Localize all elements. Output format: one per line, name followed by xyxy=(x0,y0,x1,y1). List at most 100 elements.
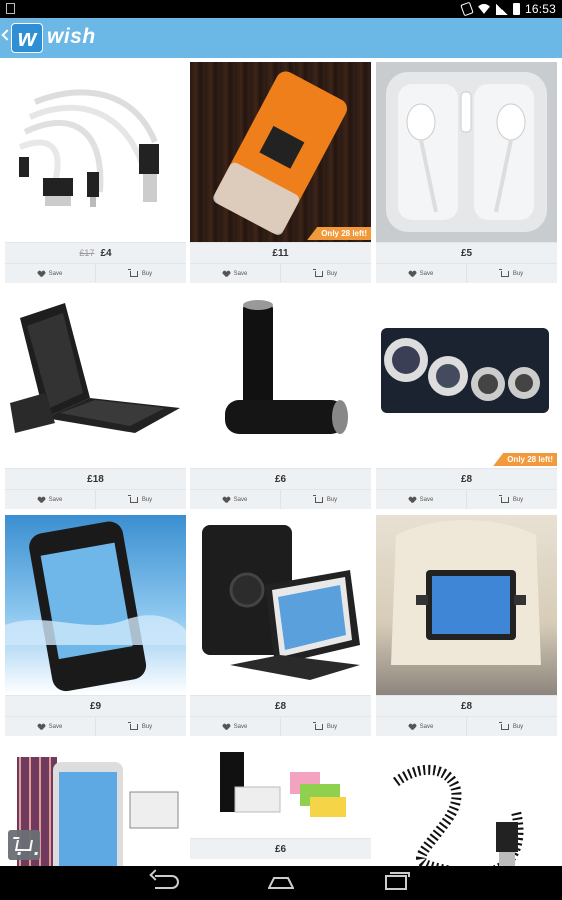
price: £18 xyxy=(87,473,104,485)
cart-icon xyxy=(312,268,323,277)
shopping-cart-icon xyxy=(15,839,33,851)
app-bar: w wish xyxy=(0,18,562,58)
product-card[interactable]: £8 Save Buy xyxy=(190,515,371,736)
price-row: £9 xyxy=(5,695,186,716)
heart-icon xyxy=(409,724,416,730)
status-icons: 16:53 xyxy=(460,1,556,17)
save-button[interactable]: Save xyxy=(376,717,466,736)
card-actions: Save Buy xyxy=(376,716,557,736)
save-button[interactable]: Save xyxy=(190,264,280,283)
price: £11 xyxy=(272,247,289,259)
card-actions: Save Buy xyxy=(376,263,557,283)
product-card[interactable]: £6 Save Buy xyxy=(190,288,371,509)
save-button[interactable]: Save xyxy=(376,490,466,509)
product-card[interactable]: £17 £4 Save Buy xyxy=(5,62,186,283)
floating-cart-button[interactable] xyxy=(8,830,40,860)
price-row: £6 xyxy=(190,468,371,489)
notification-icon xyxy=(6,3,15,14)
buy-button[interactable]: Buy xyxy=(280,264,371,283)
heart-icon xyxy=(38,724,45,730)
save-button[interactable]: Save xyxy=(5,264,95,283)
product-image-earphones[interactable] xyxy=(376,62,557,242)
buy-button[interactable]: Buy xyxy=(466,264,557,283)
signal-icon xyxy=(495,3,508,15)
save-button[interactable]: Save xyxy=(5,717,95,736)
cart-icon xyxy=(498,268,509,277)
product-image-flat-cable[interactable] xyxy=(376,742,557,866)
stock-ribbon: Only 28 left! xyxy=(493,453,557,466)
price-row: £8 xyxy=(190,695,371,716)
clock: 16:53 xyxy=(524,2,556,16)
card-actions: Save Buy xyxy=(376,489,557,509)
card-actions: Save Buy xyxy=(5,489,186,509)
heart-icon xyxy=(38,271,45,277)
product-card[interactable]: £8 Save Buy xyxy=(376,515,557,736)
price: £5 xyxy=(460,247,473,259)
product-card[interactable]: £6 xyxy=(190,742,371,859)
heart-icon xyxy=(223,271,230,277)
price-row: £18 xyxy=(5,468,186,489)
card-actions: Save Buy xyxy=(190,716,371,736)
product-card[interactable]: Only 28 left! £11 Save Buy xyxy=(190,62,371,283)
product-image-power-bank-colors[interactable] xyxy=(190,742,371,838)
heart-icon xyxy=(409,271,416,277)
price: £8 xyxy=(460,700,473,712)
product-image-waterproof-case[interactable] xyxy=(5,515,186,695)
product-image-lens-kit[interactable]: Only 28 left! xyxy=(376,288,557,468)
status-bar: 16:53 xyxy=(0,0,562,18)
cart-icon xyxy=(127,268,138,277)
product-card[interactable]: £9 Save Buy xyxy=(5,515,186,736)
save-button[interactable]: Save xyxy=(5,490,95,509)
battery-icon xyxy=(512,3,520,15)
save-button[interactable]: Save xyxy=(376,264,466,283)
price-row: £8 xyxy=(376,695,557,716)
price-row: £11 xyxy=(190,242,371,263)
product-image-usb-cable[interactable] xyxy=(5,62,186,242)
product-image-headrest-mount[interactable] xyxy=(376,515,557,695)
card-actions: Save Buy xyxy=(190,263,371,283)
cart-icon xyxy=(127,721,138,730)
buy-button[interactable]: Buy xyxy=(280,490,371,509)
system-navigation-bar xyxy=(0,866,562,900)
wish-logo-text: wish xyxy=(47,25,96,48)
buy-button[interactable]: Buy xyxy=(95,490,186,509)
cart-icon xyxy=(312,494,323,503)
price-row: £8 xyxy=(376,468,557,489)
price: £6 xyxy=(274,473,287,485)
heart-icon xyxy=(38,497,45,503)
product-image-keyboard-case[interactable] xyxy=(5,288,186,468)
price-row: £6 xyxy=(190,838,371,859)
buy-button[interactable]: Buy xyxy=(95,717,186,736)
card-actions: Save Buy xyxy=(190,489,371,509)
price: £4 xyxy=(100,247,112,259)
save-button[interactable]: Save xyxy=(190,717,280,736)
cart-icon xyxy=(127,494,138,503)
product-card[interactable] xyxy=(376,742,557,866)
price: £8 xyxy=(274,700,287,712)
wish-logo-badge[interactable]: w xyxy=(11,23,43,53)
product-image-power-bank[interactable] xyxy=(190,288,371,468)
price-row: £17 £4 xyxy=(5,242,186,263)
buy-button[interactable]: Buy xyxy=(466,717,557,736)
save-button[interactable]: Save xyxy=(190,490,280,509)
nav-back-icon[interactable] xyxy=(155,875,179,889)
nav-home-icon[interactable] xyxy=(268,877,294,889)
cart-icon xyxy=(498,494,509,503)
buy-button[interactable]: Buy xyxy=(95,264,186,283)
nav-recents-icon[interactable] xyxy=(385,872,410,890)
card-actions: Save Buy xyxy=(5,716,186,736)
screen-rotation-icon xyxy=(460,1,474,17)
wifi-icon xyxy=(477,4,491,14)
product-card[interactable]: Only 28 left! £8 Save Buy xyxy=(376,288,557,509)
cart-icon xyxy=(312,721,323,730)
buy-button[interactable]: Buy xyxy=(280,717,371,736)
price: £9 xyxy=(89,700,102,712)
price-row: £5 xyxy=(376,242,557,263)
product-card[interactable]: £5 Save Buy xyxy=(376,62,557,283)
product-grid[interactable]: £17 £4 Save Buy Only 28 left! £11 Save B… xyxy=(0,58,562,866)
buy-button[interactable]: Buy xyxy=(466,490,557,509)
product-image-battery-case[interactable]: Only 28 left! xyxy=(190,62,371,242)
product-image-rotating-case[interactable] xyxy=(190,515,371,695)
cart-icon xyxy=(498,721,509,730)
product-card[interactable]: £18 Save Buy xyxy=(5,288,186,509)
